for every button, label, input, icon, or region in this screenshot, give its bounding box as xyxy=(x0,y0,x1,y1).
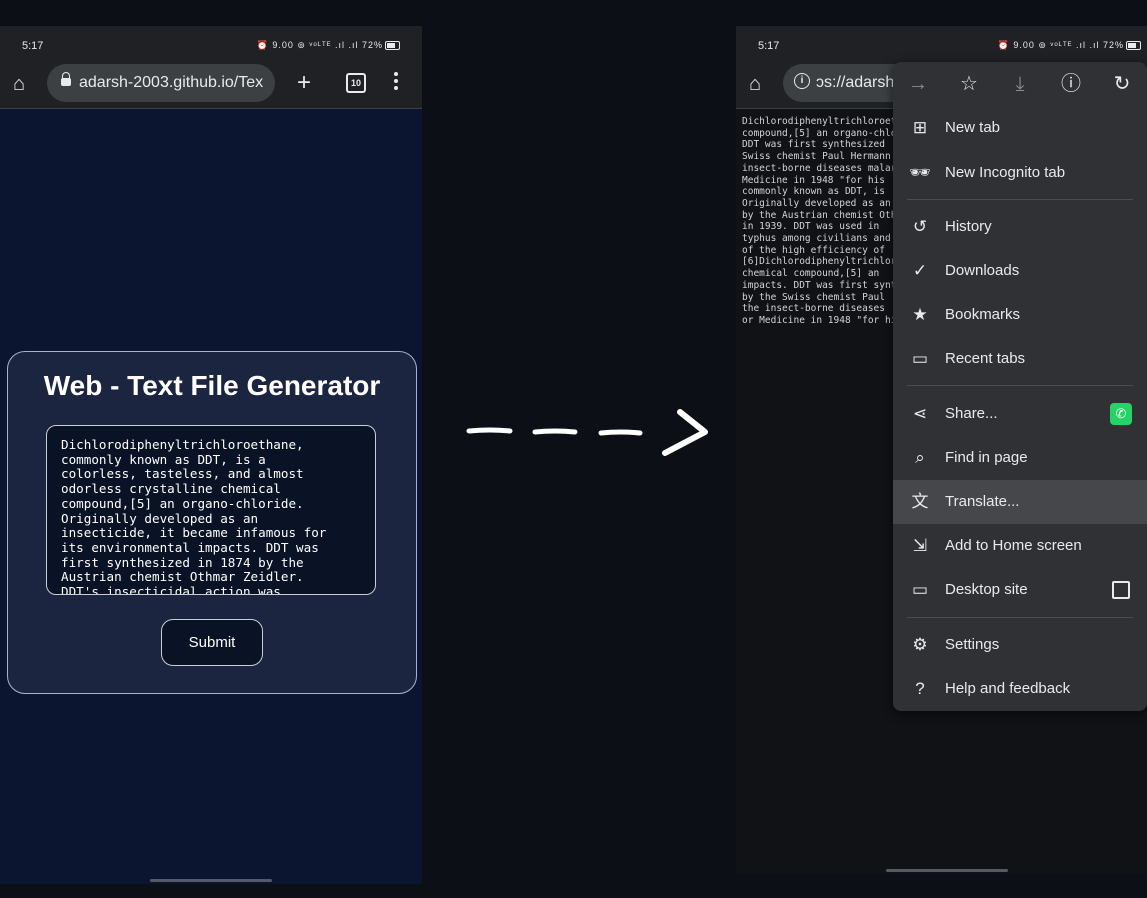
settings-gear-icon: ⚙ xyxy=(912,635,928,654)
menu-divider xyxy=(907,617,1133,618)
menu-item-translate[interactable]: 文 Translate... xyxy=(893,480,1147,524)
menu-item-history[interactable]: ↺ History xyxy=(893,205,1147,249)
status-icons: ⏰ 9.00 ⊚ ᵛᵒᴸᵀᴱ .ıl .ıl 72% xyxy=(998,40,1141,51)
menu-item-new-incognito-tab[interactable]: 🕶 New Incognito tab xyxy=(893,151,1147,195)
menu-item-label: Share... xyxy=(945,405,998,422)
menu-item-find-in-page[interactable]: ⌕ Find in page xyxy=(893,436,1147,480)
menu-item-help-and-feedback[interactable]: ? Help and feedback xyxy=(893,667,1147,711)
share-icon: ⋖ xyxy=(912,404,928,423)
menu-divider xyxy=(907,385,1133,386)
menu-item-label: Settings xyxy=(945,636,1000,653)
transition-arrow-icon xyxy=(466,409,708,456)
tab-switcher-button[interactable]: 10 xyxy=(346,73,366,93)
left-phone-screen: 5:17 ⏰ 9.00 ⊚ ᵛᵒᴸᵀᴱ .ıl .ıl 72% ⌂ adarsh… xyxy=(0,26,422,884)
translate-icon: 文 xyxy=(911,492,929,511)
forward-arrow-icon[interactable]: → xyxy=(907,74,929,94)
status-icon-text: ⏰ 9.00 ⊚ ᵛᵒᴸᵀᴱ .ıl .ıl 72% xyxy=(256,40,383,50)
generator-card: Web - Text File Generator Dichlorodiphen… xyxy=(7,351,417,694)
battery-icon xyxy=(1126,41,1141,51)
menu-item-label: Desktop site xyxy=(945,581,1028,598)
reload-icon[interactable]: ↻ xyxy=(1111,74,1133,94)
find-in-page-icon: ⌕ xyxy=(915,448,925,467)
history-icon: ↺ xyxy=(912,217,928,236)
address-bar[interactable]: adarsh-2003.github.io/Tex xyxy=(47,64,275,102)
bookmarks-star-icon: ★ xyxy=(912,305,928,324)
status-time: 5:17 xyxy=(22,40,44,52)
home-icon[interactable]: ⌂ xyxy=(13,74,25,94)
battery-icon xyxy=(385,41,400,51)
menu-item-label: Help and feedback xyxy=(945,680,1071,697)
desktop-site-checkbox[interactable] xyxy=(1112,581,1130,599)
desktop-monitor-icon: ▭ xyxy=(911,580,929,599)
incognito-icon: 🕶 xyxy=(909,163,931,182)
help-question-icon: ? xyxy=(915,679,925,698)
submit-button[interactable]: Submit xyxy=(161,619,263,666)
browser-toolbar: ⌂ adarsh-2003.github.io/Tex + 10 xyxy=(0,62,422,109)
lock-icon xyxy=(61,72,71,86)
status-time: 5:17 xyxy=(758,40,780,52)
address-url: adarsh-2003.github.io/Tex xyxy=(79,74,264,91)
new-tab-icon: ⊞ xyxy=(912,118,928,137)
menu-item-label: Find in page xyxy=(945,449,1028,466)
menu-item-label: New tab xyxy=(945,119,1001,136)
whatsapp-icon[interactable]: ✆ xyxy=(1110,403,1132,425)
address-url: ɔs://adarsh xyxy=(816,74,895,91)
status-icon-text: ⏰ 9.00 ⊚ ᵛᵒᴸᵀᴱ .ıl .ıl 72% xyxy=(997,40,1124,50)
menu-item-downloads[interactable]: ✓ Downloads xyxy=(893,249,1147,293)
info-icon: i xyxy=(794,72,810,89)
menu-item-label: Bookmarks xyxy=(945,306,1021,323)
menu-item-label: New Incognito tab xyxy=(945,164,1066,181)
downloads-check-icon: ✓ xyxy=(912,261,928,280)
recent-tabs-devices-icon: ▭ xyxy=(911,349,929,368)
menu-item-label: Downloads xyxy=(945,262,1020,279)
status-bar: 5:17 ⏰ 9.00 ⊚ ᵛᵒᴸᵀᴱ .ıl .ıl 72% xyxy=(0,26,422,62)
new-tab-plus-icon[interactable]: + xyxy=(297,71,311,95)
right-phone-screen: 5:17 ⏰ 9.00 ⊚ ᵛᵒᴸᵀᴱ .ıl .ıl 72% ⌂ i ɔs://… xyxy=(736,26,1147,874)
bookmark-star-icon[interactable]: ☆ xyxy=(958,74,980,94)
page-info-icon[interactable]: ⓘ xyxy=(1060,74,1082,94)
status-icons: ⏰ 9.00 ⊚ ᵛᵒᴸᵀᴱ .ıl .ıl 72% xyxy=(257,40,400,51)
menu-item-recent-tabs[interactable]: ▭ Recent tabs xyxy=(893,337,1147,381)
menu-item-label: Recent tabs xyxy=(945,350,1026,367)
menu-item-add-to-home-screen[interactable]: ⇲ Add to Home screen xyxy=(893,524,1147,568)
menu-item-settings[interactable]: ⚙ Settings xyxy=(893,623,1147,667)
menu-item-label: Translate... xyxy=(945,493,1020,510)
menu-item-bookmarks[interactable]: ★ Bookmarks xyxy=(893,293,1147,337)
add-to-home-icon: ⇲ xyxy=(912,536,928,555)
menu-item-new-tab[interactable]: ⊞ New tab xyxy=(893,106,1147,150)
menu-dots-icon[interactable] xyxy=(394,72,398,93)
menu-divider xyxy=(907,199,1133,200)
gesture-bar xyxy=(886,869,1008,872)
page-title: Web - Text File Generator xyxy=(43,370,381,401)
status-bar: 5:17 ⏰ 9.00 ⊚ ᵛᵒᴸᵀᴱ .ıl .ıl 72% xyxy=(736,26,1147,62)
menu-item-label: History xyxy=(945,218,992,235)
gesture-bar xyxy=(150,879,272,882)
text-input-area[interactable]: Dichlorodiphenyltrichloroethane, commonl… xyxy=(46,425,376,595)
browser-menu: → ☆ ⤓ ⓘ ↻ ⊞ New tab 🕶 New Incognito tab … xyxy=(893,62,1147,711)
menu-item-label: Add to Home screen xyxy=(945,537,1082,554)
menu-icon-row: → ☆ ⤓ ⓘ ↻ xyxy=(893,62,1147,108)
download-icon[interactable]: ⤓ xyxy=(1009,74,1031,94)
menu-item-share[interactable]: ⋖ Share... ✆ xyxy=(893,392,1147,436)
menu-item-desktop-site[interactable]: ▭ Desktop site xyxy=(893,568,1147,612)
home-icon[interactable]: ⌂ xyxy=(749,74,761,94)
page-text-content: Dichlorodiphenyltrichloroethane compound… xyxy=(742,116,897,326)
